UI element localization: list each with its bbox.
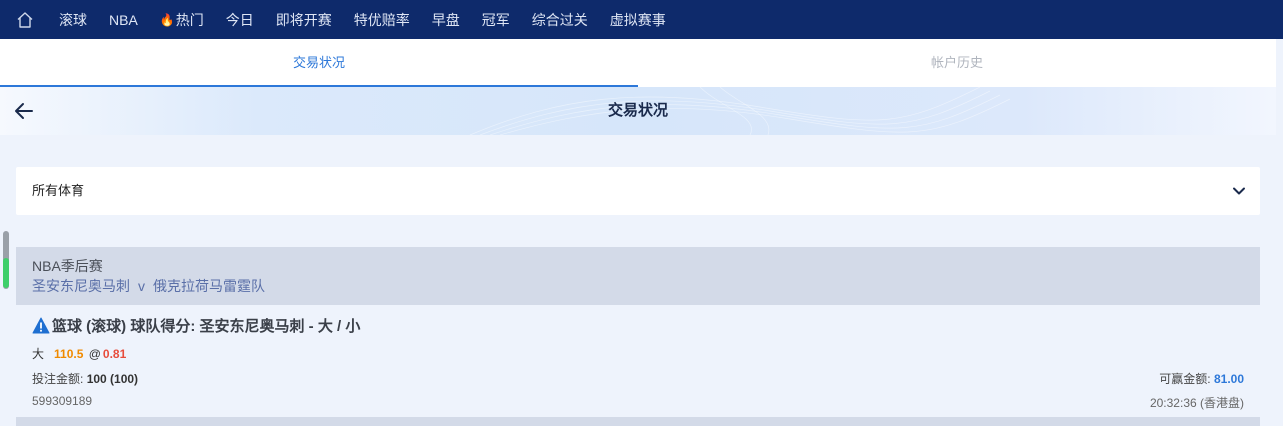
win-value: 81.00 — [1213, 372, 1244, 386]
home-icon[interactable] — [2, 4, 48, 36]
win-label: 可赢金额: — [1159, 372, 1211, 386]
nav-label: 虚拟赛事 — [609, 11, 666, 28]
sport-filter-value: 所有体育 — [32, 183, 85, 198]
nav-item-live[interactable]: 滚球 — [48, 4, 98, 36]
bet-handicap: 110.5 — [54, 347, 84, 361]
bet-card: 篮球 (滚球) 球队得分: 圣安东尼奥马刺 - 大 / 小 大 110.5 @0.… — [16, 305, 1260, 417]
warning-icon — [32, 317, 50, 334]
stake-label: 投注金额: — [32, 372, 84, 386]
nav-label: 今日 — [225, 11, 254, 28]
nav-item-upcoming[interactable]: 即将开赛 — [265, 4, 343, 36]
matchup: 圣安东尼奥马刺 v 俄克拉荷马雷霆队 — [32, 276, 1244, 296]
bet-selection: 大 — [32, 347, 45, 361]
stake-line: 投注金额: 100 (100) — [32, 370, 138, 387]
scrollbar-thumb[interactable] — [3, 258, 9, 288]
home-team: 圣安东尼奥马刺 — [32, 278, 130, 294]
nav-label: NBA — [109, 11, 138, 28]
bet-odds: 0.81 — [102, 347, 127, 361]
nav-label: 综合过关 — [531, 11, 588, 28]
bet-time: 20:32:36 (香港盘) — [1149, 396, 1244, 410]
nav-label: 早盘 — [431, 11, 460, 28]
stake-value: 100 (100) — [86, 372, 139, 386]
nav-item-early[interactable]: 早盘 — [421, 4, 471, 36]
nav-item-outright[interactable]: 冠军 — [471, 4, 521, 36]
page-title: 交易状况 — [607, 102, 668, 119]
nav-item-virtual[interactable]: 虚拟赛事 — [599, 4, 677, 36]
potential-win-line: 可赢金额: 81.00 — [1159, 370, 1244, 387]
tab-account-history[interactable]: 帐户历史 — [638, 39, 1276, 87]
versus-label: v — [138, 278, 145, 294]
league-name: NBA季后赛 — [32, 258, 103, 274]
nav-label: 滚球 — [59, 11, 87, 28]
tab-bar: 交易状况 帐户历史 — [0, 39, 1276, 87]
league-header: NBA季后赛 圣安东尼奥马刺 v 俄克拉荷马雷霆队 — [16, 247, 1260, 305]
bet-title: 篮球 (滚球) 球队得分: 圣安东尼奥马刺 - 大 / 小 — [32, 315, 360, 336]
tab-trade-status[interactable]: 交易状况 — [0, 39, 638, 87]
fire-icon: 🔥 — [159, 12, 175, 27]
nav-item-hot[interactable]: 🔥 热门 — [149, 4, 215, 36]
sport-filter-select[interactable]: 所有体育 — [16, 167, 1260, 215]
chevron-down-icon — [1232, 184, 1246, 198]
nav-item-parlay[interactable]: 综合过关 — [521, 4, 599, 36]
nav-label: 即将开赛 — [275, 11, 332, 28]
next-league-header — [16, 417, 1260, 426]
nav-item-boosted-odds[interactable]: 特优赔率 — [343, 4, 421, 36]
nav-label: 特优赔率 — [353, 11, 410, 28]
bet-selection-line: 大 110.5 @0.81 — [32, 345, 126, 362]
at-symbol: @ — [88, 347, 101, 361]
away-team: 俄克拉荷马雷霆队 — [153, 278, 265, 294]
nav-label: 热门 — [175, 11, 204, 28]
nav-item-today[interactable]: 今日 — [215, 4, 265, 36]
nav-item-nba[interactable]: NBA — [98, 4, 149, 36]
ticket-id: 599309189 — [32, 394, 93, 408]
page-header: 交易状况 — [0, 87, 1276, 135]
top-nav: 滚球 NBA 🔥 热门 今日 即将开赛 特优赔率 早盘 冠军 综合过关 虚拟赛事 — [0, 0, 1283, 39]
bet-title-text: 篮球 (滚球) 球队得分: 圣安东尼奥马刺 - 大 / 小 — [52, 318, 361, 335]
nav-label: 冠军 — [481, 11, 510, 28]
